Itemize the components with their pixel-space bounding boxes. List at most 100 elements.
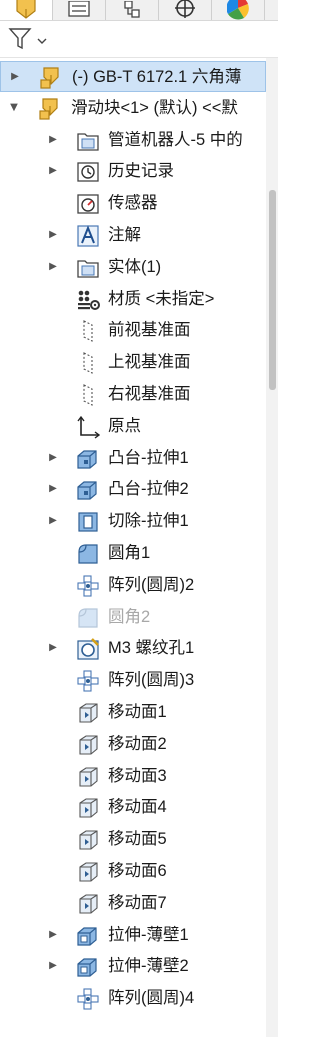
tree-item[interactable]: 传感器 bbox=[0, 188, 266, 219]
tree-item-label: 阵列(圆周)4 bbox=[108, 989, 195, 1008]
move-face-icon bbox=[79, 798, 98, 818]
expand-arrow-icon[interactable]: ▶ bbox=[47, 960, 59, 972]
extrude-thin-icon bbox=[77, 926, 97, 946]
scrollbar-thumb[interactable] bbox=[269, 190, 276, 390]
tree-item[interactable]: ▶ 历史记录 bbox=[0, 156, 266, 187]
tree-item-label: (-) GB-T 6172.1 六角薄 bbox=[72, 68, 242, 86]
tree-item[interactable]: ▶ M3 螺纹孔1 bbox=[0, 633, 266, 664]
tree-item[interactable]: 阵列(圆周)2 bbox=[0, 570, 266, 601]
tree-item[interactable]: 移动面5 bbox=[0, 824, 266, 855]
annotation-icon bbox=[77, 225, 99, 247]
tree-item[interactable]: ▶ 切除-拉伸1 bbox=[0, 506, 266, 537]
move-face-icon bbox=[79, 862, 98, 882]
plane-icon bbox=[83, 352, 93, 375]
color-wheel-icon bbox=[227, 0, 249, 20]
tree-item-label: 前视基准面 bbox=[108, 321, 191, 340]
expand-arrow-icon[interactable]: ▶ bbox=[47, 165, 59, 177]
tree-item[interactable]: 材质 <未指定> bbox=[0, 284, 266, 315]
expand-arrow-icon[interactable]: ▶ bbox=[47, 261, 59, 273]
tree-item[interactable]: 移动面7 bbox=[0, 888, 266, 919]
tree-item[interactable]: 右视基准面 bbox=[0, 379, 266, 410]
material-icon bbox=[78, 290, 100, 310]
tree-item[interactable]: 圆角2 bbox=[0, 602, 266, 633]
plane-icon bbox=[83, 384, 93, 406]
part-icon bbox=[40, 67, 59, 89]
tree-item-label: 实体(1) bbox=[108, 257, 162, 276]
tree-item-label: 移动面4 bbox=[108, 798, 167, 817]
configuration-manager-tab[interactable] bbox=[106, 0, 159, 20]
tree-item[interactable]: 移动面3 bbox=[0, 761, 266, 792]
tree-item[interactable]: 阵列(圆周)3 bbox=[0, 665, 266, 696]
tree-item[interactable]: ▶ 拉伸-薄壁2 bbox=[0, 951, 266, 982]
tree-item-label: 圆角1 bbox=[108, 544, 151, 562]
tree-item[interactable]: ▶ (-) GB-T 6172.1 六角薄 bbox=[0, 61, 266, 92]
tree-item-label: 移动面1 bbox=[108, 703, 167, 721]
expand-arrow-icon[interactable]: ▶ bbox=[47, 452, 59, 464]
extrude-boss-icon bbox=[77, 449, 97, 469]
extrude-cut-icon bbox=[78, 512, 98, 532]
feature-manager-tab[interactable] bbox=[0, 0, 53, 20]
tree-item[interactable]: 阵列(圆周)4 bbox=[0, 983, 266, 1014]
tree-item-label: 注解 bbox=[108, 226, 141, 244]
folder-icon bbox=[77, 132, 99, 151]
tree-item[interactable]: ▼ 滑动块<1> (默认) <<默 bbox=[0, 93, 266, 124]
expand-arrow-icon[interactable]: ▶ bbox=[47, 929, 59, 941]
folder-icon bbox=[77, 260, 99, 278]
chevron-down-icon bbox=[37, 38, 47, 44]
part-icon bbox=[16, 0, 36, 19]
extrude-thin-icon bbox=[77, 958, 97, 977]
tree-item[interactable]: 移动面2 bbox=[0, 729, 266, 760]
expand-arrow-icon[interactable]: ▶ bbox=[47, 134, 59, 146]
expand-arrow-icon[interactable]: ▶ bbox=[47, 229, 59, 241]
filter-icon bbox=[8, 28, 32, 50]
tree-item-label: 移动面6 bbox=[108, 862, 167, 880]
feature-manager-tree: ▶ (-) GB-T 6172.1 六角薄 ▼ 滑动块<1> (默认) <<默 ▶ 管道机… bbox=[0, 58, 266, 1037]
tree-item-label: 原点 bbox=[108, 416, 141, 435]
display-manager-tab[interactable] bbox=[212, 0, 265, 20]
circular-pattern-icon bbox=[77, 988, 99, 1010]
panel-tab-bar bbox=[0, 0, 278, 21]
tree-item-label: 移动面3 bbox=[108, 766, 167, 785]
tree-filter-bar bbox=[0, 21, 278, 58]
expand-arrow-icon[interactable]: ▶ bbox=[9, 71, 21, 83]
origin-icon bbox=[77, 415, 100, 439]
fillet-icon bbox=[78, 607, 98, 628]
property-manager-tab[interactable] bbox=[53, 0, 106, 20]
fillet-icon bbox=[78, 544, 98, 564]
circular-pattern-icon bbox=[77, 575, 99, 597]
tree-item-label: 阵列(圆周)2 bbox=[108, 575, 195, 594]
tree-item[interactable]: ▶ 凸台-拉伸2 bbox=[0, 474, 266, 505]
tree-item-label: 阵列(圆周)3 bbox=[108, 671, 195, 690]
tree-item-label: 移动面2 bbox=[108, 734, 167, 753]
extrude-boss-icon bbox=[77, 481, 97, 500]
tree-item-label: 材质 <未指定> bbox=[108, 289, 215, 308]
tree-item[interactable]: 原点 bbox=[0, 411, 266, 442]
tree-item-label: 传感器 bbox=[108, 194, 158, 213]
tree-item[interactable]: 移动面1 bbox=[0, 697, 266, 728]
history-icon bbox=[77, 162, 99, 183]
tree-item-label: 移动面7 bbox=[108, 893, 167, 912]
tree-item[interactable]: 移动面4 bbox=[0, 792, 266, 823]
tree-item-label: 拉伸-薄壁2 bbox=[108, 957, 189, 976]
expand-arrow-icon[interactable]: ▶ bbox=[47, 515, 59, 527]
tree-item-label: 右视基准面 bbox=[108, 385, 191, 403]
tree-item[interactable]: 移动面6 bbox=[0, 856, 266, 887]
tree-item[interactable]: ▶ 凸台-拉伸1 bbox=[0, 443, 266, 474]
tree-item-label: 拉伸-薄壁1 bbox=[108, 925, 189, 944]
tree-item[interactable]: 前视基准面 bbox=[0, 315, 266, 346]
tree-item[interactable]: ▶ 管道机器人-5 中的 bbox=[0, 125, 266, 156]
tree-item[interactable]: ▶ 实体(1) bbox=[0, 252, 266, 283]
configuration-icon bbox=[124, 1, 140, 18]
expand-arrow-icon[interactable]: ▶ bbox=[47, 642, 59, 654]
move-face-icon bbox=[79, 767, 98, 787]
filter-button[interactable] bbox=[8, 27, 48, 51]
expand-arrow-icon[interactable]: ▶ bbox=[47, 483, 59, 495]
tree-item[interactable]: 圆角1 bbox=[0, 538, 266, 569]
tree-item[interactable]: ▶ 拉伸-薄壁1 bbox=[0, 920, 266, 951]
tree-item[interactable]: 上视基准面 bbox=[0, 347, 266, 378]
dimxpert-tab[interactable] bbox=[159, 0, 212, 20]
move-face-icon bbox=[79, 830, 98, 850]
tree-item[interactable]: ▶ 注解 bbox=[0, 220, 266, 251]
plane-icon bbox=[83, 320, 93, 343]
collapse-arrow-icon[interactable]: ▼ bbox=[8, 102, 20, 114]
